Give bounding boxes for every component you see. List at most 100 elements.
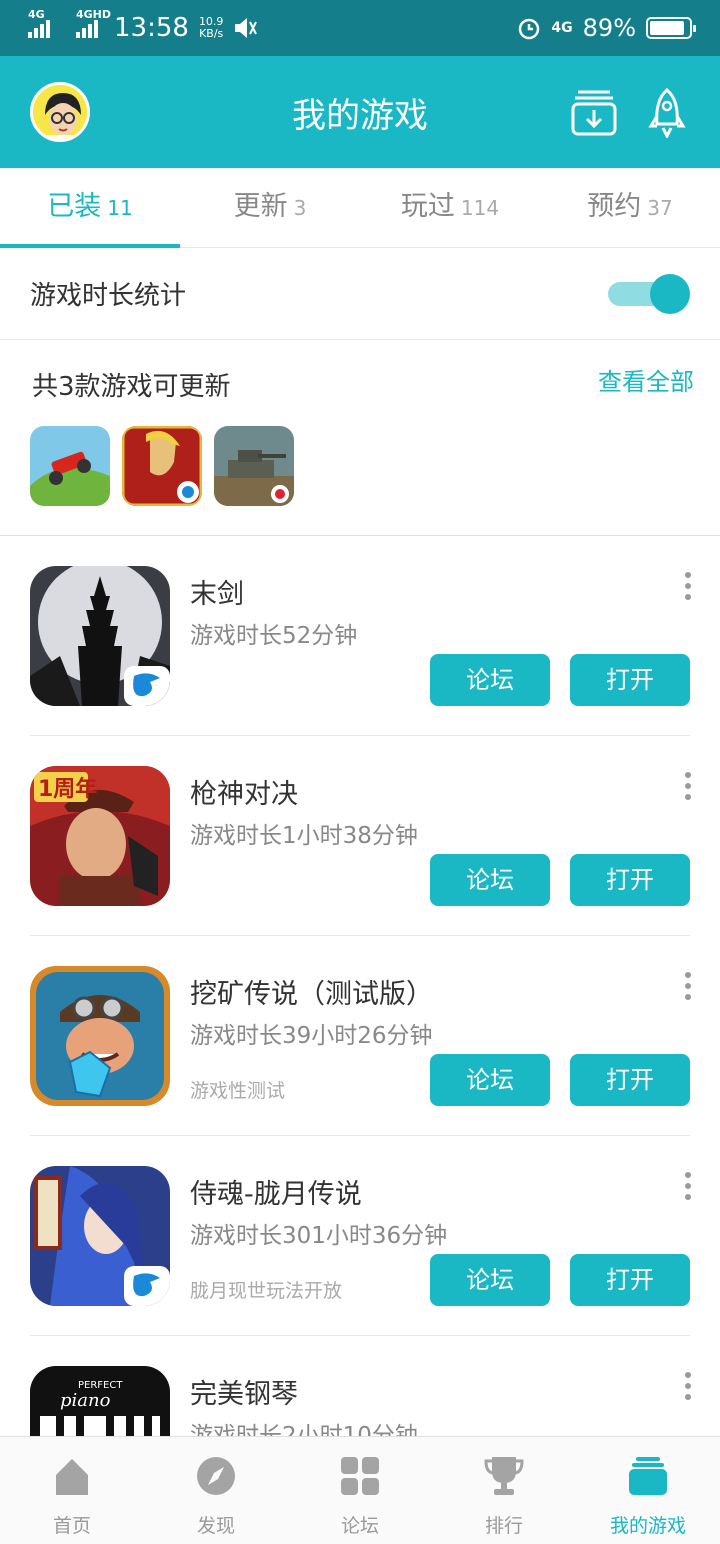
tab-count: 11 (107, 196, 133, 220)
game-image (30, 966, 170, 1106)
forum-button[interactable]: 论坛 (430, 854, 550, 906)
updates-section: 共3款游戏可更新 查看全部 (0, 340, 720, 536)
svg-text:piano: piano (60, 1390, 111, 1411)
game-name: 末剑 (190, 579, 244, 610)
tab-label: 已装 (47, 191, 102, 222)
accelerate-button[interactable] (644, 88, 692, 140)
honor-of-kings-game-image (122, 426, 202, 506)
network-type: 4G (28, 8, 45, 21)
forum-button[interactable]: 论坛 (430, 654, 550, 706)
nav-discover[interactable]: 发现 (144, 1437, 288, 1544)
game-name: 枪神对决 (190, 779, 298, 810)
battery-percent: 89% (582, 14, 636, 42)
status-bar: 4G 4GHD 13:58 10.9 KB/s 4G 89% (0, 0, 720, 56)
nav-my-games[interactable]: 我的游戏 (576, 1437, 720, 1544)
hill-climb-game-image (30, 426, 110, 506)
bottom-nav: 首页 发现 论坛 排行 我的游戏 (0, 1436, 720, 1544)
grid-icon (341, 1457, 379, 1495)
nav-ranking[interactable]: 排行 (432, 1437, 576, 1544)
signal-icon: 4G (28, 8, 50, 38)
tab-label: 玩过 (400, 191, 455, 222)
game-duration: 游戏时长1小时38分钟 (190, 823, 418, 849)
nav-forum[interactable]: 论坛 (288, 1437, 432, 1544)
network-type-3: 4G (551, 20, 573, 36)
tab-count: 114 (460, 196, 500, 220)
open-button[interactable]: 打开 (570, 654, 690, 706)
game-duration: 游戏时长39小时26分钟 (190, 1023, 433, 1049)
more-options-icon[interactable] (684, 772, 692, 800)
tab-bar: 已装 11 更新 3 玩过 114 预约 37 (0, 168, 720, 248)
nav-label: 我的游戏 (609, 1515, 686, 1537)
more-options-icon[interactable] (684, 1372, 692, 1400)
alarm-icon (519, 18, 540, 40)
speed-unit: KB/s (199, 27, 224, 40)
tab-label: 更新 (233, 191, 288, 222)
open-button[interactable]: 打开 (570, 1254, 690, 1306)
nav-home[interactable]: 首页 (0, 1437, 144, 1544)
more-options-icon[interactable] (684, 1172, 692, 1200)
tab-reserved[interactable]: 预约 37 (540, 168, 720, 247)
game-row: 1周年 枪神对决 游戏时长1小时38分钟 论坛 打开 (0, 736, 720, 936)
more-options-icon[interactable] (684, 572, 692, 600)
svg-text:1周年: 1周年 (38, 776, 97, 802)
battery-fill (650, 21, 684, 35)
honor-of-kings-game-icon[interactable] (122, 426, 202, 506)
clock: 13:58 (114, 13, 189, 43)
toggle-knob (650, 274, 690, 314)
play-time-stat-row: 游戏时长统计 (0, 248, 720, 340)
avatar[interactable] (30, 82, 90, 142)
download-icon (571, 90, 617, 136)
game-name: 挖矿传说（测试版） (190, 979, 433, 1010)
forum-button[interactable]: 论坛 (430, 1054, 550, 1106)
open-button[interactable]: 打开 (570, 1054, 690, 1106)
tab-updates[interactable]: 更新 3 (180, 168, 360, 247)
game-duration: 游戏时长301小时36分钟 (190, 1223, 448, 1249)
game-note: 胧月现世玩法开放 (190, 1280, 343, 1302)
compass-icon (197, 1457, 235, 1495)
tab-label: 预约 (587, 191, 642, 222)
stack-icon (629, 1457, 667, 1495)
nav-label: 发现 (196, 1515, 235, 1537)
hill-climb-game-icon[interactable] (30, 426, 110, 506)
nav-label: 论坛 (340, 1515, 379, 1537)
game-image (30, 566, 170, 706)
forum-button[interactable]: 论坛 (430, 1254, 550, 1306)
tank-game-image (214, 426, 294, 506)
mute-icon (235, 18, 258, 38)
tank-game-icon[interactable] (214, 426, 294, 506)
network-type-2: 4GHD (76, 8, 112, 21)
trophy-icon (484, 1457, 524, 1495)
game-name: 完美钢琴 (190, 1379, 298, 1410)
game-icon-qiangshen[interactable]: 1周年 (30, 766, 170, 906)
game-row: 挖矿传说（测试版） 游戏时长39小时26分钟 游戏性测试 论坛 打开 (0, 936, 720, 1136)
see-all-link[interactable]: 查看全部 (598, 362, 694, 397)
game-name: 侍魂-胧月传说 (190, 1179, 362, 1210)
game-row: 末剑 游戏时长52分钟 论坛 打开 (0, 536, 720, 736)
nav-label: 排行 (484, 1515, 523, 1537)
tab-count: 3 (293, 196, 307, 220)
rocket-icon (648, 88, 686, 140)
game-icon-mining-legend[interactable] (30, 966, 170, 1106)
tab-played[interactable]: 玩过 114 (360, 168, 540, 247)
download-manager-button[interactable] (570, 88, 618, 138)
tab-count: 37 (647, 196, 673, 220)
updates-title: 共3款游戏可更新 (32, 372, 231, 402)
play-time-stat-toggle[interactable] (608, 274, 690, 314)
tab-installed[interactable]: 已装 11 (0, 168, 180, 248)
network-speed: 10.9 KB/s (199, 16, 224, 40)
game-image (30, 1166, 170, 1306)
battery-icon (646, 17, 696, 39)
more-options-icon[interactable] (684, 972, 692, 1000)
play-time-stat-label: 游戏时长统计 (30, 281, 187, 311)
game-note: 游戏性测试 (190, 1080, 286, 1102)
game-image: 1周年 (30, 766, 170, 906)
game-icon-samurai-shodown[interactable] (30, 1166, 170, 1306)
nav-label: 首页 (52, 1515, 91, 1537)
home-icon (56, 1459, 88, 1495)
signal-icon-2: 4GHD (76, 8, 111, 38)
open-button[interactable]: 打开 (570, 854, 690, 906)
game-row: 侍魂-胧月传说 游戏时长301小时36分钟 胧月现世玩法开放 论坛 打开 (0, 1136, 720, 1336)
game-icon-mojian[interactable] (30, 566, 170, 706)
app-header: 我的游戏 (0, 56, 720, 168)
game-duration: 游戏时长52分钟 (190, 623, 358, 649)
